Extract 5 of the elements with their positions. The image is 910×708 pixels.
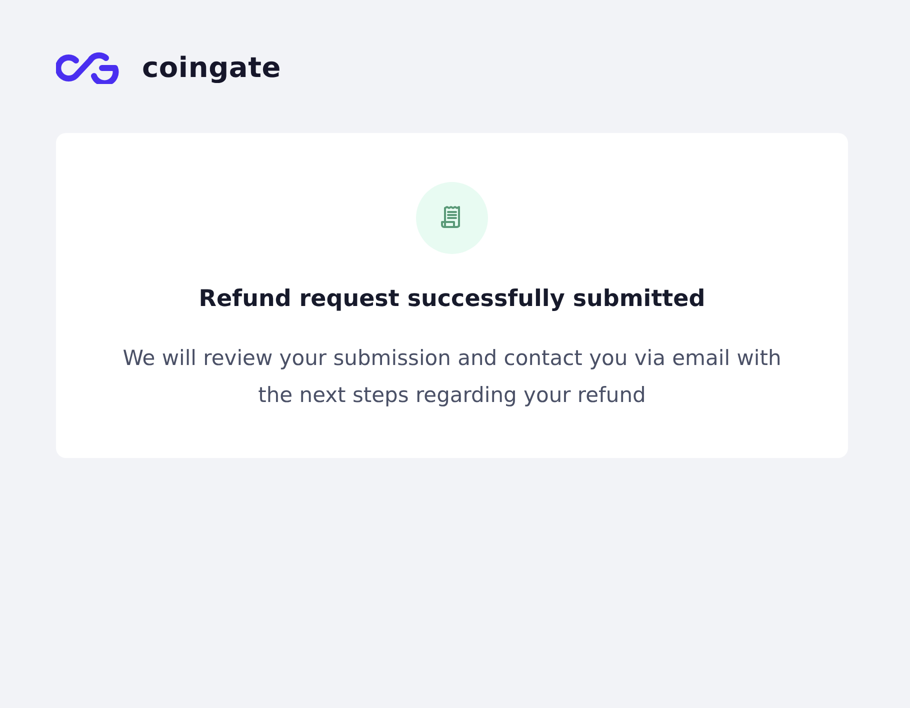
logo-mark-icon [56, 52, 120, 84]
confirmation-message: We will review your submission and contact you via email with the next steps regarding your refund [122, 345, 782, 409]
logo-text: coingate [142, 50, 282, 86]
receipt-icon [416, 182, 488, 254]
confirmation-title: Refund request successfully submitted [198, 285, 706, 314]
